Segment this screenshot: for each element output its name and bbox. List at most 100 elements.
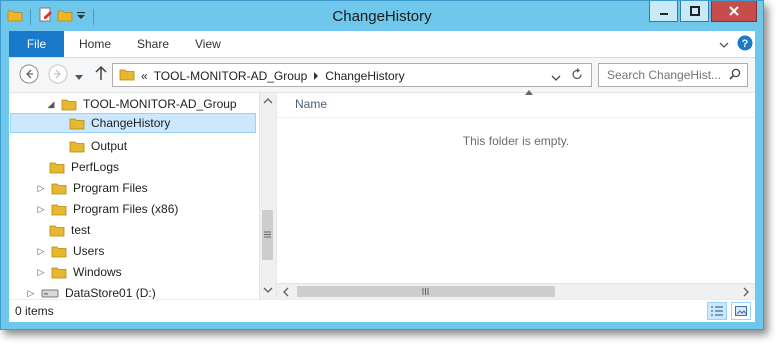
expand-arrow-icon[interactable]: ▷: [37, 183, 45, 194]
breadcrumb-item-tool-monitor[interactable]: TOOL-MONITOR-AD_Group: [154, 69, 308, 83]
maximize-icon: [689, 6, 700, 16]
chevron-down-icon: [75, 75, 83, 80]
svg-text:?: ?: [742, 38, 749, 50]
item-count: 0 items: [15, 304, 54, 318]
navigation-pane: ◢ TOOL-MONITOR-AD_Group ChangeHistory Ou…: [9, 93, 259, 299]
window-body: File Home Share View ? « TOOL-MONITOR-AD…: [9, 31, 755, 322]
ribbon-controls: ?: [719, 35, 753, 54]
tree-item-users[interactable]: ▷ Users: [37, 241, 105, 261]
empty-folder-message: This folder is empty.: [462, 134, 570, 148]
tree-item-label: test: [71, 223, 91, 237]
scrollbar-thumb[interactable]: [297, 286, 555, 297]
tree-item-datastore[interactable]: ▷ DataStore01 (D:): [27, 283, 156, 299]
breadcrumb-item-changehistory[interactable]: ChangeHistory: [325, 69, 404, 83]
forward-button[interactable]: [48, 64, 68, 87]
minimize-icon: [659, 13, 668, 15]
tree-item-tool-monitor[interactable]: ◢ TOOL-MONITOR-AD_Group: [47, 94, 237, 114]
tree-item-label: Program Files: [73, 181, 148, 195]
expand-arrow-icon[interactable]: ▷: [37, 246, 45, 257]
forward-arrow-icon: [48, 64, 68, 84]
header-divider: [277, 117, 755, 118]
tree-item-changehistory[interactable]: ChangeHistory: [10, 113, 256, 133]
grip-icon: [422, 288, 429, 295]
tab-home[interactable]: Home: [79, 31, 111, 57]
breadcrumb: « TOOL-MONITOR-AD_Group ChangeHistory: [119, 67, 405, 84]
search-input[interactable]: [605, 67, 729, 83]
details-view-icon: [711, 306, 723, 316]
close-icon: [729, 6, 739, 16]
breadcrumb-overflow[interactable]: «: [141, 69, 148, 83]
folder-icon: [51, 183, 67, 195]
folder-icon: [61, 99, 77, 111]
tree-item-program-files-x86[interactable]: ▷ Program Files (x86): [37, 199, 179, 219]
expand-arrow-icon[interactable]: ▷: [37, 204, 45, 215]
folder-icon: [51, 267, 67, 279]
folder-icon: [49, 162, 65, 174]
tree-item-program-files[interactable]: ▷ Program Files: [37, 178, 148, 198]
address-row: « TOOL-MONITOR-AD_Group ChangeHistory: [9, 58, 755, 93]
explorer-window: ChangeHistory File Home Share View ? « T…: [0, 0, 764, 330]
drive-icon: [41, 289, 59, 298]
tree-item-test[interactable]: test: [49, 220, 90, 240]
search-icon[interactable]: [729, 68, 741, 83]
folder-icon: [69, 118, 85, 130]
expand-ribbon-icon[interactable]: [719, 38, 729, 52]
title-bar[interactable]: ChangeHistory: [1, 1, 763, 31]
tab-file[interactable]: File: [9, 31, 64, 57]
column-header-name[interactable]: Name: [295, 97, 327, 111]
up-button[interactable]: [95, 65, 107, 84]
tab-view[interactable]: View: [195, 31, 221, 57]
recent-locations-dropdown[interactable]: [75, 70, 83, 84]
expand-arrow-icon[interactable]: ▷: [27, 288, 35, 299]
expand-arrow-icon[interactable]: ▷: [37, 267, 45, 278]
tree-item-label: Output: [91, 139, 128, 153]
folder-icon: [69, 141, 85, 153]
address-bar[interactable]: « TOOL-MONITOR-AD_Group ChangeHistory: [112, 63, 592, 87]
scrollbar-thumb[interactable]: [262, 210, 273, 260]
back-arrow-icon: [19, 64, 39, 84]
tree-item-label: Users: [73, 244, 105, 258]
tree-item-label: Program Files (x86): [73, 202, 179, 216]
address-history-dropdown[interactable]: [551, 71, 561, 85]
refresh-icon: [572, 68, 582, 80]
content-horizontal-scrollbar[interactable]: [277, 283, 755, 300]
minimize-button[interactable]: [649, 1, 678, 22]
tree-item-windows[interactable]: ▷ Windows: [37, 262, 122, 282]
back-button[interactable]: [19, 64, 39, 87]
collapse-arrow-icon[interactable]: ◢: [47, 99, 55, 110]
scroll-down-icon[interactable]: [263, 287, 273, 294]
scroll-up-icon[interactable]: [263, 97, 273, 104]
help-icon[interactable]: ?: [737, 35, 753, 54]
large-icons-view-button[interactable]: [731, 302, 751, 320]
sort-ascending-icon: [525, 90, 533, 95]
scroll-left-icon[interactable]: [282, 287, 289, 297]
file-list: Name This folder is empty.: [277, 90, 755, 299]
tree-item-label: TOOL-MONITOR-AD_Group: [83, 97, 237, 111]
folder-icon: [51, 246, 67, 258]
up-arrow-icon: [95, 65, 107, 80]
tree-item-label: ChangeHistory: [91, 116, 171, 130]
folder-icon: [51, 204, 67, 216]
tree-item-output[interactable]: Output: [69, 136, 127, 156]
tree-item-label: PerfLogs: [71, 160, 120, 174]
refresh-button[interactable]: [571, 68, 583, 84]
tab-share[interactable]: Share: [137, 31, 169, 57]
details-view-button[interactable]: [707, 302, 727, 320]
maximize-button[interactable]: [680, 1, 709, 22]
folder-icon: [49, 225, 65, 237]
tree-item-label: Windows: [73, 265, 122, 279]
status-bar: 0 items: [9, 299, 755, 322]
view-switcher: [707, 302, 751, 320]
breadcrumb-separator-icon[interactable]: [313, 69, 319, 83]
chevron-down-icon: [551, 75, 561, 81]
ribbon: File Home Share View ?: [9, 31, 755, 58]
folder-icon: [119, 67, 135, 84]
tree-item-label: DataStore01 (D:): [65, 286, 156, 299]
scroll-right-icon[interactable]: [743, 287, 750, 297]
window-controls: [647, 1, 757, 22]
grip-icon: [264, 231, 271, 238]
search-box[interactable]: [598, 63, 748, 87]
navigation-scrollbar[interactable]: [259, 93, 276, 299]
tree-item-perflogs[interactable]: PerfLogs: [49, 157, 119, 177]
close-button[interactable]: [711, 1, 757, 22]
